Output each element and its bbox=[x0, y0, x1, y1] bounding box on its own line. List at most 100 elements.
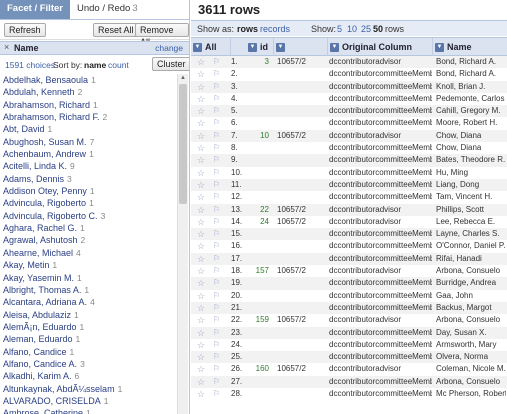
flag-icon[interactable]: ⚐ bbox=[213, 179, 220, 191]
cell-name[interactable]: Mc Pherson, Robert bbox=[436, 388, 506, 400]
cell-original-column[interactable]: dccontributorcommitteeMember bbox=[329, 81, 432, 93]
facet-change-link[interactable]: change bbox=[155, 43, 183, 53]
facet-choice[interactable]: Abughosh, Susan M. 7 bbox=[3, 136, 175, 148]
facet-choice[interactable]: Alkadhi, Karim A. 6 bbox=[3, 370, 175, 382]
dropdown-arrow-icon[interactable]: ▼ bbox=[330, 43, 339, 53]
star-icon[interactable]: ☆ bbox=[197, 363, 205, 375]
facet-choice-name[interactable]: Aleman, Eduardo bbox=[3, 334, 73, 344]
flag-icon[interactable]: ⚐ bbox=[213, 93, 220, 105]
facet-choice[interactable]: Ahearne, Michael 4 bbox=[3, 247, 175, 259]
cell-id[interactable] bbox=[251, 388, 269, 400]
facet-choice-name[interactable]: Akay, Yasemin M. bbox=[3, 273, 74, 283]
cell-collection[interactable] bbox=[277, 253, 331, 265]
flag-icon[interactable]: ⚐ bbox=[213, 105, 220, 117]
cell-collection[interactable]: 10657/2 bbox=[277, 130, 331, 142]
facet-choice[interactable]: Akay, Metin 1 bbox=[3, 259, 175, 271]
cell-original-column[interactable]: dccontributorcommitteeMember bbox=[329, 339, 432, 351]
cell-original-column[interactable]: dccontributorcommitteeMember bbox=[329, 277, 432, 289]
flag-icon[interactable]: ⚐ bbox=[213, 290, 220, 302]
facet-choice-name[interactable]: Abdelhak, Bensaoula bbox=[3, 75, 88, 85]
star-icon[interactable]: ☆ bbox=[197, 154, 205, 166]
cell-name[interactable]: Bates, Theodore R. bbox=[436, 154, 506, 166]
facet-choice-name[interactable]: Ambrose, Catherine bbox=[3, 408, 83, 414]
cell-name[interactable]: Armsworth, Mary bbox=[436, 339, 506, 351]
facet-choice[interactable]: AlemÃ¡n, Eduardo 1 bbox=[3, 321, 175, 333]
facet-choice[interactable]: Abdelhak, Bensaoula 1 bbox=[3, 74, 175, 86]
facet-choice[interactable]: Acitelli, Linda K. 9 bbox=[3, 160, 175, 172]
flag-icon[interactable]: ⚐ bbox=[213, 253, 220, 265]
cell-name[interactable]: Burridge, Andrea bbox=[436, 277, 506, 289]
facet-choice-name[interactable]: Addison Otey, Penny bbox=[3, 186, 87, 196]
cell-original-column[interactable]: dccontributorcommitteeMember bbox=[329, 228, 432, 240]
close-icon[interactable]: × bbox=[4, 43, 13, 52]
cell-collection[interactable] bbox=[277, 290, 331, 302]
cell-collection[interactable] bbox=[277, 167, 331, 179]
cell-id[interactable] bbox=[251, 290, 269, 302]
star-icon[interactable]: ☆ bbox=[197, 240, 205, 252]
facet-choice-name[interactable]: Ahearne, Michael bbox=[3, 248, 73, 258]
facet-choice[interactable]: Alfano, Candice A. 3 bbox=[3, 358, 175, 370]
cell-name[interactable]: Chow, Diana bbox=[436, 130, 506, 142]
star-icon[interactable]: ☆ bbox=[197, 228, 205, 240]
flag-icon[interactable]: ⚐ bbox=[213, 68, 220, 80]
facet-choice[interactable]: Aghara, Rachel G. 1 bbox=[3, 222, 175, 234]
star-icon[interactable]: ☆ bbox=[197, 376, 205, 388]
star-icon[interactable]: ☆ bbox=[197, 142, 205, 154]
flag-icon[interactable]: ⚐ bbox=[213, 240, 220, 252]
scroll-thumb[interactable] bbox=[179, 84, 187, 204]
facet-choice-name[interactable]: Agrawal, Ashutosh bbox=[3, 235, 78, 245]
facet-choice-name[interactable]: Abt, David bbox=[3, 124, 45, 134]
facet-choice[interactable]: Advincula, Rigoberto 1 bbox=[3, 197, 175, 209]
cell-collection[interactable] bbox=[277, 93, 331, 105]
cell-id[interactable] bbox=[251, 327, 269, 339]
cell-collection[interactable] bbox=[277, 191, 331, 203]
cell-name[interactable]: Day, Susan X. bbox=[436, 327, 506, 339]
flag-icon[interactable]: ⚐ bbox=[213, 339, 220, 351]
cell-original-column[interactable]: dccontributorcommitteeMember bbox=[329, 93, 432, 105]
facet-choice-name[interactable]: Akay, Metin bbox=[3, 260, 49, 270]
cell-name[interactable]: Cahill, Gregory M. bbox=[436, 105, 506, 117]
facet-choice-name[interactable]: Alcantara, Adriana A. bbox=[3, 297, 87, 307]
cell-original-column[interactable]: dccontributorcommitteeMember bbox=[329, 105, 432, 117]
facet-choice-name[interactable]: Abrahamson, Richard bbox=[3, 100, 90, 110]
flag-icon[interactable]: ⚐ bbox=[213, 351, 220, 363]
cell-name[interactable]: Gaa, John bbox=[436, 290, 506, 302]
cell-id[interactable]: 3 bbox=[251, 56, 269, 68]
flag-icon[interactable]: ⚐ bbox=[213, 376, 220, 388]
facet-choice[interactable]: Agrawal, Ashutosh 2 bbox=[3, 234, 175, 246]
flag-icon[interactable]: ⚐ bbox=[213, 167, 220, 179]
cell-collection[interactable] bbox=[277, 68, 331, 80]
cell-collection[interactable] bbox=[277, 179, 331, 191]
star-icon[interactable]: ☆ bbox=[197, 351, 205, 363]
scroll-up-icon[interactable]: ▲ bbox=[178, 74, 188, 83]
cell-name[interactable]: Chow, Diana bbox=[436, 142, 506, 154]
flag-icon[interactable]: ⚐ bbox=[213, 191, 220, 203]
star-icon[interactable]: ☆ bbox=[197, 265, 205, 277]
facet-choice[interactable]: Alcantara, Adriana A. 4 bbox=[3, 296, 175, 308]
flag-icon[interactable]: ⚐ bbox=[213, 314, 220, 326]
cell-original-column[interactable]: dccontributorcommitteeMember bbox=[329, 302, 432, 314]
facet-choice-name[interactable]: Aghara, Rachel G. bbox=[3, 223, 77, 233]
cell-id[interactable] bbox=[251, 93, 269, 105]
cell-name[interactable]: Hu, Ming bbox=[436, 167, 506, 179]
facet-choice-name[interactable]: Altunkaynak, AbdÃ¼sselam bbox=[3, 384, 115, 394]
cluster-button[interactable]: Cluster bbox=[152, 57, 189, 71]
cell-collection[interactable] bbox=[277, 388, 331, 400]
cell-name[interactable]: Lee, Rebecca E. bbox=[436, 216, 506, 228]
cell-collection[interactable] bbox=[277, 81, 331, 93]
cell-id[interactable] bbox=[251, 240, 269, 252]
facet-choice[interactable]: Adams, Dennis 3 bbox=[3, 173, 175, 185]
cell-id[interactable] bbox=[251, 191, 269, 203]
star-icon[interactable]: ☆ bbox=[197, 81, 205, 93]
facet-choice-name[interactable]: Acitelli, Linda K. bbox=[3, 161, 67, 171]
cell-id[interactable] bbox=[251, 351, 269, 363]
column-header-name[interactable]: ▼ Name bbox=[433, 38, 507, 56]
facet-choice[interactable]: ALVARADO, CRISELDA 1 bbox=[3, 395, 175, 407]
cell-id[interactable]: 24 bbox=[251, 216, 269, 228]
cell-name[interactable]: Olvera, Norma bbox=[436, 351, 506, 363]
cell-original-column[interactable]: dccontributoradvisor bbox=[329, 216, 432, 228]
flag-icon[interactable]: ⚐ bbox=[213, 265, 220, 277]
star-icon[interactable]: ☆ bbox=[197, 327, 205, 339]
choices-count[interactable]: 1591 choices bbox=[5, 60, 55, 70]
column-header-id[interactable]: ▼ id bbox=[246, 38, 274, 56]
